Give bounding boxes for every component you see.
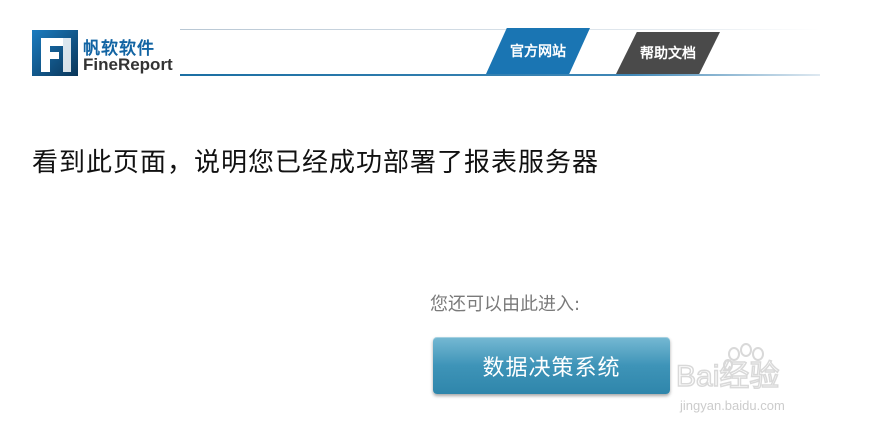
tab-official-website-label: 官方网站	[510, 44, 566, 60]
watermark-text: Bai经验	[676, 360, 779, 393]
success-message: 看到此页面，说明您已经成功部署了报表服务器	[32, 148, 600, 178]
watermark-url: jingyan.baidu.com	[680, 398, 785, 413]
decision-system-button[interactable]: 数据决策系统	[433, 337, 670, 394]
finereport-logo-icon	[32, 30, 78, 76]
baidu-watermark: Bai经验 jingyan.baidu.com	[672, 340, 832, 420]
tab-help-docs[interactable]: 帮助文档	[616, 32, 720, 74]
tab-official-website[interactable]: 官方网站	[486, 28, 590, 74]
entry-hint: 您还可以由此进入:	[430, 294, 581, 315]
logo-english-name: FineReport	[83, 55, 173, 74]
header-divider-bottom	[180, 74, 820, 76]
header: 帆软软件 FineReport 官方网站 帮助文档	[30, 28, 820, 76]
decision-system-button-label: 数据决策系统	[482, 355, 621, 381]
page: 帆软软件 FineReport 官方网站 帮助文档 看到此页面，说明您已经成功部…	[0, 0, 871, 438]
header-divider-top	[180, 29, 820, 30]
tab-help-docs-label: 帮助文档	[640, 46, 696, 62]
finereport-logo[interactable]: 帆软软件 FineReport	[30, 28, 180, 76]
baidu-paw-icon: Bai经验	[675, 343, 780, 394]
